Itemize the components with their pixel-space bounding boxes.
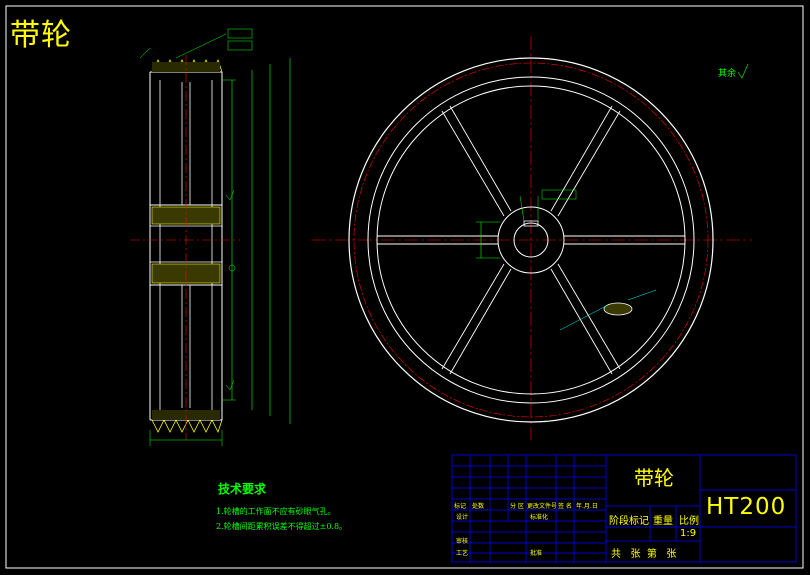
header-count: 处数 — [472, 503, 485, 510]
stage-mark-label: 阶段标记 — [609, 516, 649, 527]
scale-value: 1:9 — [680, 528, 697, 539]
row-standardization: 标准化 — [530, 514, 549, 521]
cad-drawing — [5, 5, 804, 569]
drawing-frame — [5, 5, 804, 569]
header-signature: 签 名 — [558, 503, 572, 510]
drawing-title: 带轮 — [10, 18, 72, 53]
technical-requirement-item: 1.轮槽的工作面不应有砂眼气孔。 — [216, 507, 336, 516]
technical-requirement-item: 2.轮槽间距累积误差不得超过±0.8。 — [216, 522, 348, 531]
scale-label: 比例 — [679, 516, 699, 527]
section-view — [130, 28, 291, 446]
row-review: 审核 — [456, 538, 469, 545]
header-zone: 分 区 — [510, 503, 524, 510]
weight-label: 重量 — [653, 516, 673, 527]
header-mark: 标记 — [454, 503, 467, 510]
title-block-part-name: 带轮 — [634, 466, 674, 490]
row-approve: 批准 — [530, 550, 543, 557]
title-block-material: HT200 — [706, 494, 787, 520]
header-change-doc: 更改文件号 — [527, 503, 558, 510]
sheets-label: 共 张 第 张 — [611, 549, 677, 560]
technical-requirements-heading: 技术要求 — [218, 482, 267, 496]
row-design: 设计 — [456, 514, 469, 521]
row-process: 工艺 — [456, 550, 469, 557]
header-date: 年.月.日 — [576, 503, 598, 510]
roughness-note: 其余 — [718, 69, 737, 79]
front-view — [312, 36, 752, 440]
